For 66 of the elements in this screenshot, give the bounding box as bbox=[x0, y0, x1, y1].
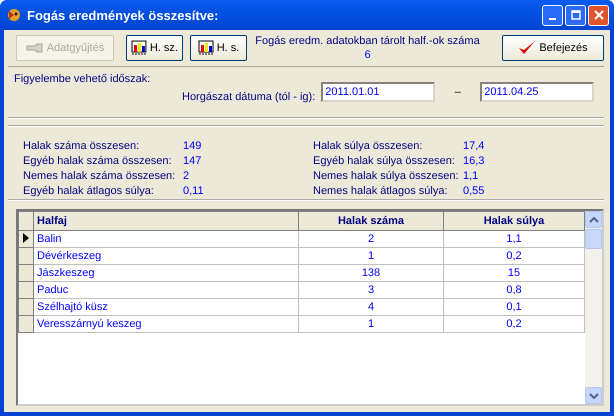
bar-chart-icon bbox=[131, 40, 147, 56]
row-indicator[interactable] bbox=[18, 230, 34, 248]
table-cell: Veresszárnyú keszeg bbox=[34, 316, 298, 332]
close-icon bbox=[594, 10, 604, 20]
app-icon bbox=[6, 7, 22, 23]
stat-label: Halak száma összesen: bbox=[23, 139, 140, 154]
stat-value: 1,1 bbox=[463, 169, 478, 184]
scroll-up-button[interactable] bbox=[585, 211, 602, 228]
table-cell: 0,2 bbox=[444, 316, 584, 332]
stat-value: 2 bbox=[183, 169, 190, 184]
table-cell: 1 bbox=[298, 248, 444, 264]
date-from-field[interactable]: 2011.01.01 bbox=[321, 82, 436, 102]
stat-label: Nemes halak átlagos súlya: bbox=[313, 184, 449, 199]
table-cell: 4 bbox=[298, 298, 444, 316]
maximize-icon bbox=[570, 10, 580, 20]
chart-button[interactable]: H. s. bbox=[190, 35, 247, 61]
checkmark-icon bbox=[518, 40, 536, 56]
stat-label: Egyéb halak száma összesen: bbox=[23, 154, 173, 169]
corner-cell bbox=[18, 212, 34, 230]
scroll-thumb[interactable] bbox=[585, 229, 602, 249]
scroll-down-button[interactable] bbox=[585, 387, 602, 404]
stat-value: 17,4 bbox=[463, 139, 484, 154]
minimize-button[interactable] bbox=[542, 4, 563, 26]
stat-value: 147 bbox=[183, 154, 202, 169]
stat-value: 149 bbox=[183, 139, 202, 154]
stat-value: 16,3 bbox=[463, 154, 484, 169]
stat-label: Egyéb halak átlagos súlya: bbox=[23, 184, 155, 199]
chart-button[interactable]: H. sz. bbox=[126, 35, 183, 61]
table-cell: Szélhajtó küsz bbox=[34, 298, 298, 316]
column-header[interactable]: Halfaj bbox=[34, 212, 298, 230]
range-separator: – bbox=[454, 86, 462, 98]
bar-chart-icon bbox=[198, 40, 214, 56]
vertical-scrollbar[interactable] bbox=[585, 211, 602, 404]
period-label: Figyelembe vehető időszak: bbox=[14, 73, 152, 85]
stat-label: Nemes halak száma összesen: bbox=[23, 169, 176, 184]
table-cell: 0,8 bbox=[444, 282, 584, 298]
maximize-button[interactable] bbox=[565, 4, 586, 26]
table-cell: Balin bbox=[34, 230, 298, 248]
stat-label: Halak súlya összesen: bbox=[313, 139, 424, 154]
table-cell: Paduc bbox=[34, 282, 298, 298]
table-cell: Dévérkeszeg bbox=[34, 248, 298, 264]
column-header[interactable]: Halak súlya bbox=[444, 212, 584, 230]
table-cell: 15 bbox=[444, 264, 584, 282]
stat-label: Nemes halak súlya összesen: bbox=[313, 169, 460, 184]
table-cell: 2 bbox=[298, 230, 444, 248]
stored-count-label: Fogás eredm. adatokban tárolt half.-ok száma bbox=[255, 34, 480, 48]
stat-value: 0,55 bbox=[463, 184, 484, 199]
table-cell: Jászkeszeg bbox=[34, 264, 298, 282]
date-to-field[interactable]: 2011.04.25 bbox=[480, 82, 594, 102]
finish-button[interactable]: Befejezés bbox=[502, 35, 604, 61]
stat-value: 0,11 bbox=[183, 184, 204, 199]
table-cell: 0,2 bbox=[444, 248, 584, 264]
close-button[interactable] bbox=[588, 4, 609, 26]
stored-count-value: 6 bbox=[364, 48, 371, 62]
table-cell: 138 bbox=[298, 264, 444, 282]
plug-icon bbox=[26, 42, 44, 54]
date-range-label: Horgászat dátuma (tól - ig): bbox=[182, 91, 316, 103]
stat-label: Egyéb halak súlya összesen: bbox=[313, 154, 456, 169]
table-cell: 3 bbox=[298, 282, 444, 298]
table-cell: 1 bbox=[298, 316, 444, 332]
column-header[interactable]: Halak száma bbox=[298, 212, 444, 230]
minimize-icon bbox=[549, 18, 556, 20]
table-cell: 1,1 bbox=[444, 230, 584, 248]
window-title: Fogás eredmények összesítve: bbox=[27, 8, 220, 22]
table-cell: 0,1 bbox=[444, 298, 584, 316]
current-row-icon bbox=[23, 232, 29, 242]
